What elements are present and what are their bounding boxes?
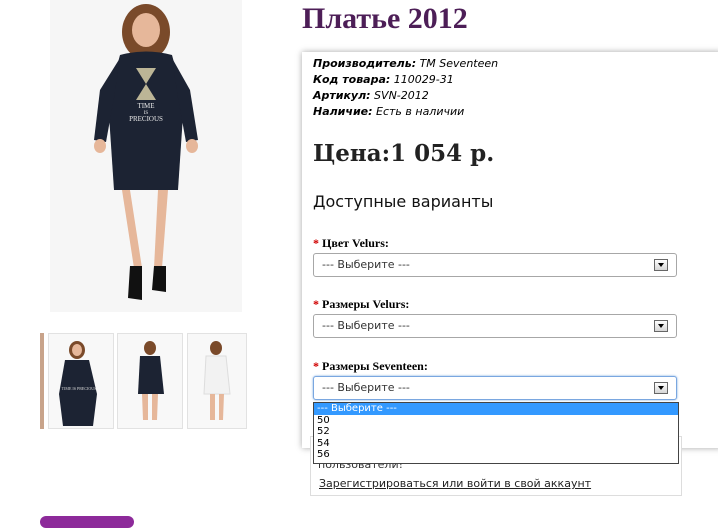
product-code-value: 110029-31	[390, 73, 454, 86]
variants-heading: Доступные варианты	[313, 192, 494, 211]
main-product-image[interactable]: TIME IS PRECIOUS	[50, 0, 242, 312]
thumb-print: TIME IS PRECIOUS	[62, 386, 97, 391]
required-mark: *	[313, 297, 319, 311]
product-title: Платье 2012	[302, 2, 468, 35]
option-label-sizes-seventeen: * Размеры Seventeen:	[313, 359, 428, 374]
select-value: --- Выберите ---	[322, 381, 410, 394]
print-line-1: TIME	[137, 102, 154, 110]
option-label-text: Размеры Velurs:	[322, 297, 410, 311]
select-value: --- Выберите ---	[322, 319, 410, 332]
manufacturer-line: Производитель: TM Seventeen	[313, 57, 498, 70]
required-mark: *	[313, 236, 319, 250]
option-label-color-velurs: * Цвет Velurs:	[313, 236, 389, 251]
register-login-link[interactable]: Зарегистрироваться или войти в свой акка…	[319, 477, 591, 490]
print-line-3: PRECIOUS	[129, 115, 163, 123]
availability-label: Наличие:	[313, 105, 373, 118]
product-code-label: Код товара:	[313, 73, 391, 86]
sku-value: SVN-2012	[370, 89, 429, 102]
dropdown-option[interactable]: 54	[314, 438, 678, 450]
thumbnail-3[interactable]	[187, 333, 247, 429]
chevron-down-icon[interactable]	[654, 259, 668, 271]
thumbnail-left-edge[interactable]	[40, 333, 44, 429]
chevron-down-icon[interactable]	[654, 382, 668, 394]
dropdown-option[interactable]: 50	[314, 415, 678, 427]
manufacturer-label: Производитель:	[313, 57, 417, 70]
availability-value: Есть в наличии	[372, 105, 465, 118]
required-mark: *	[313, 359, 319, 373]
select-value: --- Выберите ---	[322, 258, 410, 271]
sizes-seventeen-dropdown-list[interactable]: --- Выберите --- 50 52 54 56	[313, 402, 679, 464]
dropdown-option[interactable]: 56	[314, 449, 678, 461]
availability-line: Наличие: Есть в наличии	[313, 105, 464, 118]
option-label-text: Размеры Seventeen:	[322, 359, 428, 373]
dropdown-option[interactable]: --- Выберите ---	[314, 403, 678, 415]
select-sizes-velurs[interactable]: --- Выберите ---	[313, 314, 677, 338]
dropdown-option[interactable]: 52	[314, 426, 678, 438]
chevron-down-icon[interactable]	[654, 320, 668, 332]
thumbnail-1[interactable]: TIME IS PRECIOUS	[48, 333, 114, 429]
select-color-velurs[interactable]: --- Выберите ---	[313, 253, 677, 277]
manufacturer-value[interactable]: TM Seventeen	[416, 57, 499, 70]
select-sizes-seventeen[interactable]: --- Выберите ---	[313, 376, 677, 400]
sku-line: Артикул: SVN-2012	[313, 89, 429, 102]
thumbnail-2[interactable]	[117, 333, 183, 429]
sku-label: Артикул:	[313, 89, 371, 102]
bottom-accent-tab[interactable]	[40, 516, 134, 528]
product-price: Цена:1 054 р.	[313, 140, 495, 167]
option-label-sizes-velurs: * Размеры Velurs:	[313, 297, 409, 312]
product-code-line: Код товара: 110029-31	[313, 73, 454, 86]
option-label-text: Цвет Velurs:	[322, 236, 389, 250]
